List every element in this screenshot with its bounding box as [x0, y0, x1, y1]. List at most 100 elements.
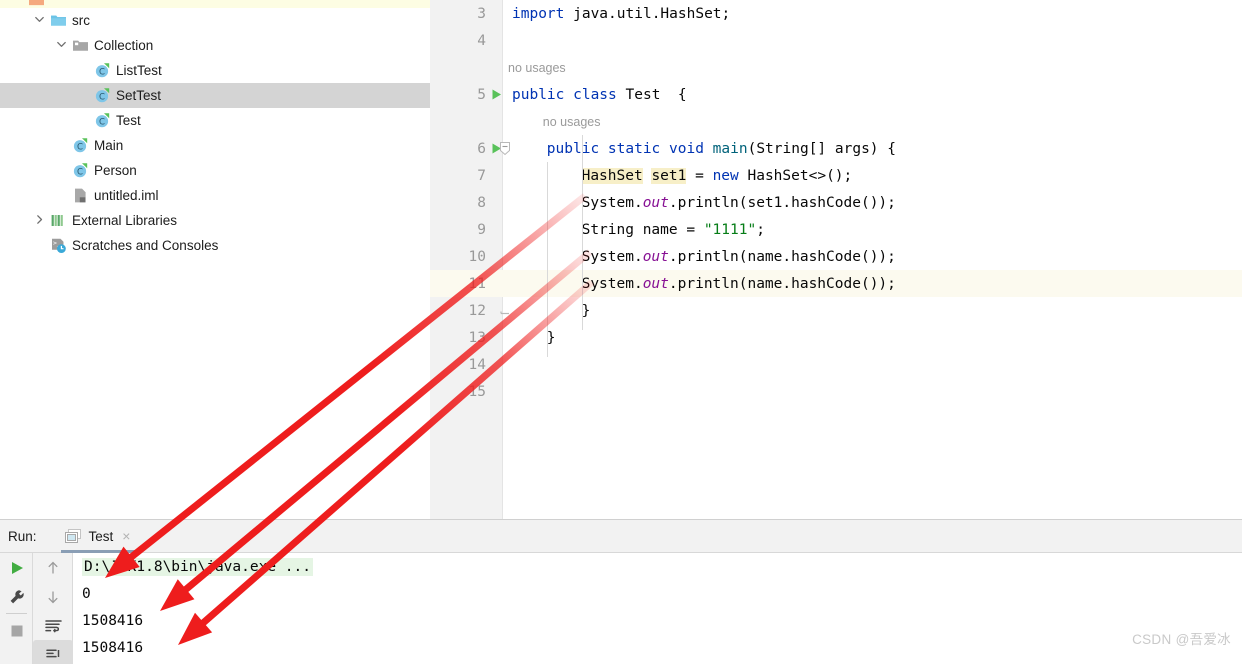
code-line-14[interactable]: 14 [430, 351, 1242, 378]
tree-item-label: ListTest [116, 62, 162, 78]
code-fold-end-icon[interactable] [496, 297, 514, 324]
console-line-text: D:\JDK1.8\bin\java.exe ... [82, 557, 313, 576]
code-token: .println(name.hashCode()); [668, 248, 896, 265]
code-token: out [642, 275, 669, 292]
java-class-runnable-icon: C [72, 137, 89, 154]
tree-twisty-empty [56, 139, 70, 153]
code-token: set1 [651, 167, 687, 184]
settings-button[interactable] [0, 582, 33, 611]
code-token: .println(name.hashCode()); [668, 275, 896, 292]
inlay-hint-usages[interactable]: no usages [430, 54, 1242, 81]
java-class-runnable-icon: C [72, 162, 89, 179]
line-number: 11 [468, 275, 486, 292]
code-line-8[interactable]: 8 System. out .println(set1.hashCode()); [430, 189, 1242, 216]
tree-item-external-libraries[interactable]: External Libraries [0, 208, 430, 233]
tree-item-main[interactable]: C Main [0, 133, 430, 158]
svg-text:C: C [99, 67, 105, 77]
code-line-13[interactable]: 13} [430, 324, 1242, 351]
console-output[interactable]: D:\JDK1.8\bin\java.exe ... 0 1508416 150841… [74, 553, 1242, 664]
scroll-to-end-button[interactable] [33, 640, 73, 664]
down-stacktrace-button[interactable] [33, 582, 73, 611]
inlay-hint-usages[interactable]: no usages [430, 108, 1242, 135]
console-line-text: 1508416 [82, 612, 144, 629]
watermark: CSDN @吾爱冰 [1132, 632, 1231, 647]
console-line-text: 0 [82, 585, 91, 602]
code-fold-collapse-icon[interactable] [496, 135, 514, 162]
tree-item-untitled-iml[interactable]: untitled.iml [0, 183, 430, 208]
line-number: 4 [477, 32, 486, 49]
line-number: 15 [468, 383, 486, 400]
usages-label: no usages [542, 114, 601, 129]
run-toolbar-primary[interactable] [0, 553, 33, 664]
code-line-9[interactable]: 9 String name = "1111"; [430, 216, 1242, 243]
line-number: 14 [468, 356, 486, 373]
code-line-5[interactable]: 5 public class Test { [430, 81, 1242, 108]
code-line-6[interactable]: 6 public static void main (String[] args) … [430, 135, 1242, 162]
chevron-down-icon[interactable] [56, 39, 70, 53]
rerun-button[interactable] [0, 553, 33, 582]
code-line-12[interactable]: 12} [430, 297, 1242, 324]
run-label: Run: [8, 528, 37, 544]
code-text: public static void main (String[] args) { [547, 135, 896, 162]
idea-window: src Collection C ListTest C SetTest C Test C Main… [0, 0, 1242, 664]
code-line-15[interactable]: 15 [430, 378, 1242, 405]
svg-text:C: C [99, 117, 105, 127]
run-tab-test[interactable]: Test × [59, 520, 137, 553]
tree-twisty-empty [12, 0, 26, 8]
code-text: HashSet set1 = new HashSet<>(); [581, 162, 852, 189]
tree-item-person[interactable]: C Person [0, 158, 430, 183]
line-number: 3 [477, 5, 486, 22]
code-token: "1111" [703, 221, 757, 238]
source-folder-icon [50, 12, 67, 29]
run-tab-label: Test [88, 528, 114, 544]
code-line-3[interactable]: 3 import java.util.HashSet; [430, 0, 1242, 27]
up-stacktrace-button[interactable] [33, 553, 73, 582]
console-line: 1508416 [74, 607, 1242, 634]
soft-wrap-button[interactable] [33, 611, 73, 640]
chevron-down-icon[interactable] [34, 14, 48, 28]
tree-item-label: Test [116, 112, 141, 128]
run-tool-window-header: Run: Test × [0, 520, 1242, 553]
tree-item-test[interactable]: C Test [0, 108, 430, 133]
run-gutter-icon[interactable] [488, 81, 504, 108]
tree-item-label: Main [94, 137, 124, 153]
tree-twisty-empty [78, 114, 92, 128]
code-text: System. out .println(set1.hashCode()); [582, 189, 896, 216]
code-token: public static void [546, 140, 713, 157]
tree-item-collection[interactable]: Collection [0, 33, 430, 58]
tree-item-settest[interactable]: C SetTest [0, 83, 430, 108]
console-line: 1508416 [74, 634, 1242, 661]
tree-item-root[interactable] [0, 0, 430, 8]
code-line-7[interactable]: 7 HashSet set1 = new HashSet<>(); [430, 162, 1242, 189]
line-number: 13 [468, 329, 486, 346]
run-toolbar-secondary[interactable] [33, 553, 73, 664]
code-token: System. [581, 248, 643, 265]
chevron-right-icon[interactable] [34, 214, 48, 228]
console-line-text: 1508416 [82, 639, 144, 656]
code-text: } [582, 297, 591, 324]
tree-item-listtest[interactable]: C ListTest [0, 58, 430, 83]
code-token: java.util.HashSet; [564, 5, 731, 22]
code-editor[interactable]: 3 import java.util.HashSet; 4 no usages 5 pub… [430, 0, 1242, 519]
close-icon[interactable]: × [122, 529, 130, 543]
svg-text:C: C [99, 92, 105, 102]
usages-label: no usages [508, 60, 566, 75]
code-line-11[interactable]: 11 System. out .println(name.hashCode()); [430, 270, 1242, 297]
tree-twisty-empty [56, 164, 70, 178]
stop-button[interactable] [0, 616, 33, 645]
editor-lines[interactable]: 3 import java.util.HashSet; 4 no usages 5 pub… [430, 0, 1242, 405]
code-token: import [512, 5, 565, 22]
tree-twisty-empty [34, 239, 48, 253]
tree-item-scratches-and-consoles[interactable]: >_ Scratches and Consoles [0, 233, 430, 258]
libraries-icon [50, 212, 67, 229]
tree-item-label: src [72, 12, 90, 28]
tree-item-src[interactable]: src [0, 8, 430, 33]
code-line-10[interactable]: 10 System. out .println(name.hashCode()); [430, 243, 1242, 270]
code-token: main [712, 140, 748, 157]
tree-item-label: SetTest [116, 87, 162, 103]
tree-item-label: Person [94, 162, 137, 178]
code-token: new [712, 167, 739, 184]
code-line-4[interactable]: 4 [430, 27, 1242, 54]
code-text: import java.util.HashSet; [512, 0, 730, 27]
code-token: ; [756, 221, 765, 238]
